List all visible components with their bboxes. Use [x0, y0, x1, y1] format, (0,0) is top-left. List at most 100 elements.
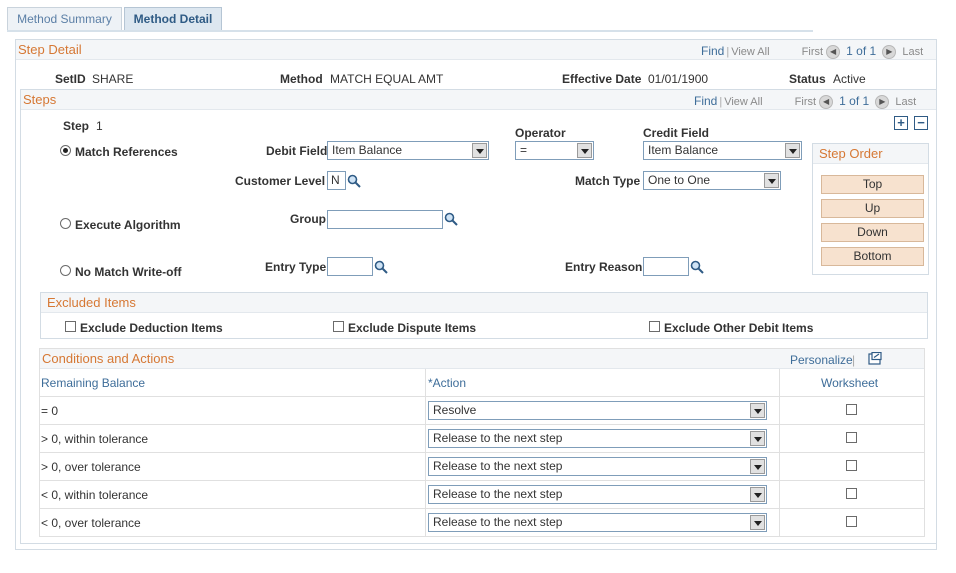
- worksheet-checkbox[interactable]: [846, 516, 857, 527]
- view-grid-icon[interactable]: [868, 352, 882, 365]
- steps-header: Steps Find | View All First ◀ 1 of 1 ▶ Las…: [21, 90, 936, 110]
- match-type-select[interactable]: One to One: [643, 171, 781, 190]
- chevron-down-icon: [750, 459, 765, 474]
- effective-date-label: Effective Date: [562, 72, 642, 86]
- setid-value: SHARE: [92, 72, 134, 86]
- no-match-writeoff-radio[interactable]: [60, 265, 71, 276]
- col-action: *Action: [428, 376, 467, 390]
- steps-nav: Find | View All First ◀ 1 of 1 ▶ Last: [694, 94, 917, 110]
- action-value: Release to the next step: [433, 515, 563, 529]
- action-select[interactable]: Release to the next step: [428, 485, 767, 504]
- step-value: 1: [96, 119, 103, 133]
- chevron-down-icon: [750, 515, 765, 530]
- table-row: > 0, over tolerance Release to the next …: [40, 453, 924, 481]
- action-select[interactable]: Release to the next step: [428, 457, 767, 476]
- first-link[interactable]: First: [802, 46, 823, 58]
- exclude-deduction-checkbox[interactable]: [65, 321, 76, 332]
- status-value: Active: [833, 72, 866, 86]
- status-label: Status: [789, 72, 826, 86]
- find-link[interactable]: Find: [701, 44, 724, 58]
- worksheet-checkbox[interactable]: [846, 432, 857, 443]
- action-select[interactable]: Resolve: [428, 401, 767, 420]
- method-label: Method: [280, 72, 323, 86]
- group-label: Group: [290, 212, 326, 226]
- remaining-balance-cell: > 0, within tolerance: [41, 432, 149, 446]
- remaining-balance-cell: < 0, within tolerance: [41, 488, 149, 502]
- steps-next-arrow-icon[interactable]: ▶: [875, 95, 890, 110]
- exclude-dispute-checkbox[interactable]: [333, 321, 344, 332]
- chevron-down-icon: [764, 173, 779, 188]
- steps-last-link[interactable]: Last: [895, 96, 916, 108]
- step-detail-header: Step Detail Find | View All First ◀ 1 of 1…: [16, 40, 936, 60]
- steps-find-link[interactable]: Find: [694, 94, 717, 108]
- conditions-header: Conditions and Actions Personalize |: [40, 349, 924, 369]
- up-button[interactable]: Up: [821, 199, 924, 218]
- last-link[interactable]: Last: [902, 46, 923, 58]
- chevron-down-icon: [472, 143, 487, 158]
- step-detail-nav: Find | View All First ◀ 1 of 1 ▶ Last: [701, 44, 924, 60]
- search-icon[interactable]: [444, 212, 458, 226]
- worksheet-checkbox[interactable]: [846, 488, 857, 499]
- remaining-balance-cell: < 0, over tolerance: [41, 516, 141, 530]
- steps-first-link[interactable]: First: [795, 96, 816, 108]
- search-icon[interactable]: [374, 260, 388, 274]
- entry-type-label: Entry Type: [265, 260, 327, 274]
- search-icon[interactable]: [690, 260, 704, 274]
- entry-type-input[interactable]: [327, 257, 373, 276]
- personalize-link[interactable]: Personalize: [790, 353, 853, 367]
- exclude-other-debit-checkbox[interactable]: [649, 321, 660, 332]
- step-order-title: Step Order: [819, 146, 883, 161]
- action-value: Resolve: [433, 403, 477, 417]
- debit-field-select[interactable]: Item Balance: [327, 141, 489, 160]
- operator-select[interactable]: =: [515, 141, 594, 160]
- method-value: MATCH EQUAL AMT: [330, 72, 444, 86]
- add-row-icon[interactable]: +: [894, 116, 908, 130]
- chevron-down-icon: [750, 431, 765, 446]
- table-row: < 0, within tolerance Release to the nex…: [40, 481, 924, 509]
- match-references-radio[interactable]: [60, 145, 71, 156]
- steps-prev-arrow-icon[interactable]: ◀: [819, 95, 834, 110]
- debit-field-label: Debit Field: [266, 144, 328, 158]
- action-select[interactable]: Release to the next step: [428, 513, 767, 532]
- steps-title: Steps: [23, 92, 57, 107]
- table-row: < 0, over tolerance Release to the next …: [40, 509, 924, 537]
- step-order-header: Step Order: [813, 144, 928, 164]
- search-icon[interactable]: [347, 174, 361, 188]
- steps-view-all-link[interactable]: View All: [724, 96, 762, 108]
- match-type-label: Match Type: [575, 174, 641, 188]
- action-value: Release to the next step: [433, 459, 563, 473]
- operator-value: =: [520, 143, 528, 157]
- remaining-balance-cell: > 0, over tolerance: [41, 460, 141, 474]
- bottom-button[interactable]: Bottom: [821, 247, 924, 266]
- action-value: Release to the next step: [433, 487, 563, 501]
- credit-field-select[interactable]: Item Balance: [643, 141, 802, 160]
- prev-arrow-icon[interactable]: ◀: [826, 45, 841, 60]
- col-remaining-balance: Remaining Balance: [41, 376, 146, 390]
- entry-reason-input[interactable]: [643, 257, 689, 276]
- worksheet-checkbox[interactable]: [846, 460, 857, 471]
- steps-row-count: 1 of 1: [839, 94, 870, 108]
- execute-algorithm-radio[interactable]: [60, 218, 71, 229]
- tab-method-detail[interactable]: Method Detail: [124, 7, 222, 31]
- tab-method-summary[interactable]: Method Summary: [7, 7, 122, 31]
- exclude-other-debit-label: Exclude Other Debit Items: [664, 321, 814, 335]
- credit-field-value: Item Balance: [648, 143, 719, 157]
- step-label: Step: [63, 119, 90, 133]
- top-button[interactable]: Top: [821, 175, 924, 194]
- view-all-link[interactable]: View All: [731, 46, 769, 58]
- no-match-writeoff-label: No Match Write-off: [75, 265, 182, 279]
- down-button[interactable]: Down: [821, 223, 924, 242]
- group-input[interactable]: [327, 210, 443, 229]
- action-value: Release to the next step: [433, 431, 563, 445]
- customer-level-input[interactable]: N: [327, 171, 346, 190]
- worksheet-checkbox[interactable]: [846, 404, 857, 415]
- next-arrow-icon[interactable]: ▶: [882, 45, 897, 60]
- chevron-down-icon: [750, 487, 765, 502]
- conditions-title: Conditions and Actions: [42, 351, 175, 366]
- excluded-items-title: Excluded Items: [47, 295, 136, 310]
- action-select[interactable]: Release to the next step: [428, 429, 767, 448]
- remove-row-icon[interactable]: −: [914, 116, 928, 130]
- match-type-value: One to One: [648, 173, 711, 187]
- setid-label: SetID: [55, 72, 86, 86]
- entry-reason-label: Entry Reason: [565, 260, 643, 274]
